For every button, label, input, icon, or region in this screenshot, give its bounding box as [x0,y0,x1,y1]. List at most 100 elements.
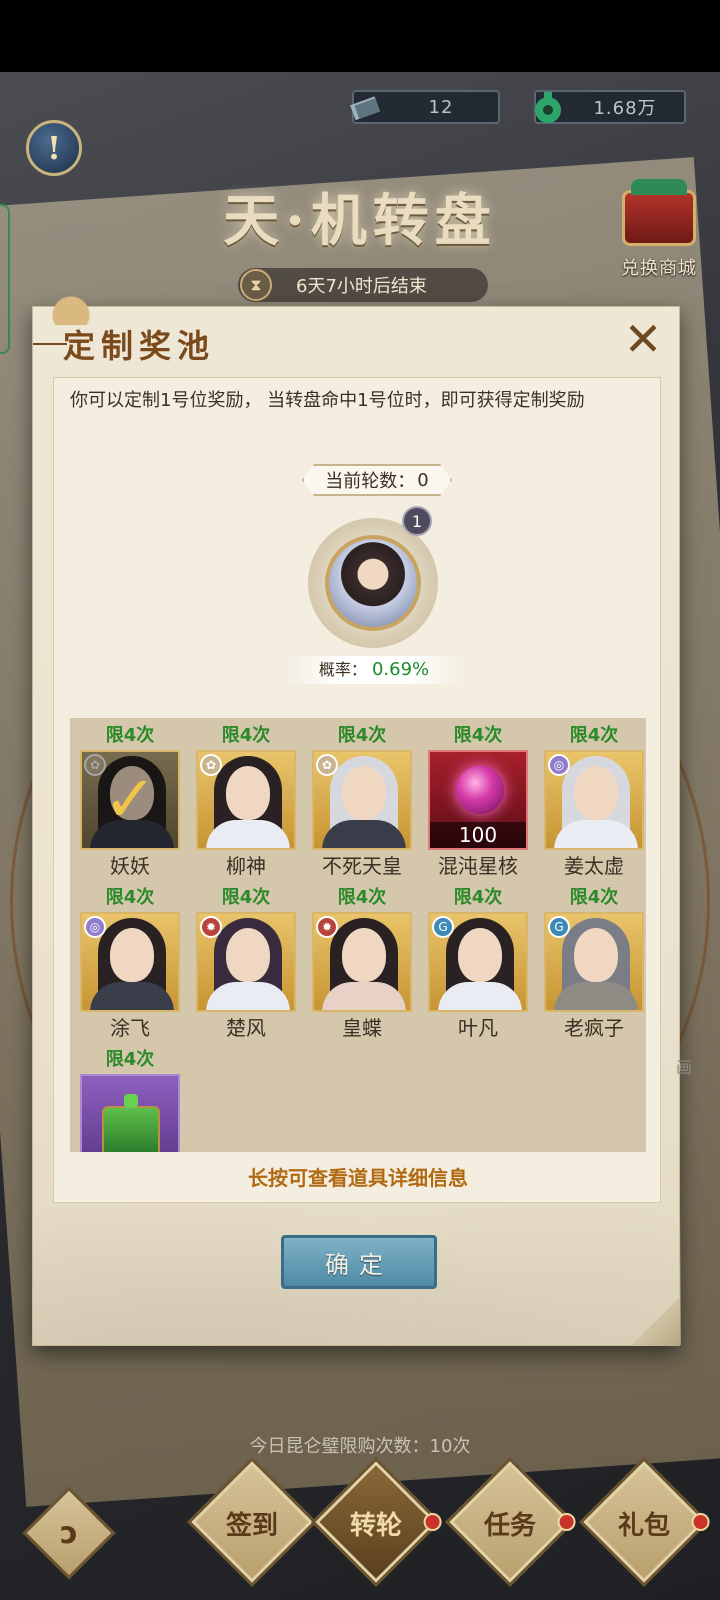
faction-icon: ✿ [200,754,222,776]
item-icon-frame: G [428,912,528,1012]
info-button[interactable]: ! [26,120,82,176]
limit-label: 限4次 [105,1049,155,1070]
faction-icon: ✿ [316,754,338,776]
exclamation-icon: ! [46,129,62,167]
treasure-chest-icon [622,179,696,246]
reward-item[interactable]: 限4次 G 老疯子 [542,884,646,1042]
jade-coin-icon [535,92,561,123]
reward-item[interactable]: 限4次 ◎ 涂飞 [78,884,182,1042]
gift-box-icon [102,1094,160,1152]
jade-ticket-icon [350,96,381,121]
item-name: 妖妖 [110,854,150,878]
portrait-face [226,928,270,982]
portrait-face [574,766,618,820]
item-name: 涂飞 [110,1016,150,1040]
round-value: 0 [417,469,429,491]
status-bar [0,0,720,72]
faction-icon: ✹ [316,916,338,938]
reward-item[interactable]: 限4次 ◎ 姜太虚 [542,722,646,880]
dialog-content: 你可以定制1号位奖励， 当转盘命中1号位时，即可获得定制奖励 当前轮数： 0 1… [53,377,661,1203]
limit-label: 限4次 [453,725,503,746]
item-icon-frame: ✹ [312,912,412,1012]
item-icon-frame: ✹ [196,912,296,1012]
reward-item[interactable]: 限4次 ✹ 楚风 [194,884,298,1042]
faction-icon: ◎ [548,754,570,776]
item-name: 皇蝶 [342,1016,382,1040]
limit-label: 限4次 [569,887,619,908]
custom-pool-dialog: 定制奖池 ✕ 你可以定制1号位奖励， 当转盘命中1号位时，即可获得定制奖励 当前… [31,285,681,1346]
confirm-button[interactable]: 确定 [281,1235,437,1289]
faction-icon: ✹ [200,916,222,938]
item-icon-frame: ✿ [196,750,296,850]
jade-ticket-counter[interactable]: 12 [350,90,500,124]
item-name: 老疯子 [564,1016,624,1040]
reward-item[interactable]: 限4次 ✿ 柳神 [194,722,298,880]
limit-label: 限4次 [453,887,503,908]
item-name: 姜太虚 [564,854,624,878]
faction-icon: G [548,916,570,938]
limit-label: 限4次 [221,725,271,746]
item-icon-frame: ✿ [312,750,412,850]
close-icon: ✕ [623,312,663,366]
page-curl-decoration [632,1296,680,1346]
dialog-title: 定制奖池 [32,321,215,367]
portrait-face [342,928,386,982]
pool-description: 你可以定制1号位奖励， 当转盘命中1号位时，即可获得定制奖励 [70,390,585,411]
portrait-face [110,928,154,982]
reward-item[interactable]: 限4次 100 混沌星核 [426,722,530,880]
wheel-label: 转轮 [349,1511,402,1542]
item-icon-frame: ◎ [544,750,644,850]
gift-pack-label: 礼包 [617,1511,670,1542]
reward-item[interactable]: 限4次 ✿ ✓ 妖妖 [78,722,182,880]
portrait-face [458,928,502,982]
page-title: 天·机转盘 [223,188,497,254]
checkmark-icon: ✓ [82,752,178,848]
item-icon-frame: ◎ [80,912,180,1012]
current-round-tag: 当前轮数： 0 [302,464,452,496]
item-name: 混沌星核 [438,854,518,878]
hourglass-icon: ⧗ [240,269,272,301]
reward-item[interactable]: 限4次 ✹ 皇蝶 [310,884,414,1042]
close-button[interactable]: ✕ [621,316,665,363]
swirl-icon: ↄ [60,1515,78,1551]
sun-decoration [31,285,91,325]
reward-item[interactable]: 限4次 ✿ 不死天皇 [310,722,414,880]
probability-readout: 概率： 0.69% [286,656,462,684]
probability-value: 0.69% [371,659,430,680]
reward-item[interactable]: 限4次 G 叶凡 [426,884,530,1042]
side-text: 画 [676,1058,693,1077]
long-press-hint: 长按可查看道具详细信息 [248,1166,468,1190]
item-icon-frame [80,1074,180,1152]
side-tab[interactable] [0,204,10,354]
faction-icon: ◎ [84,916,106,938]
probability-label: 概率： [318,660,367,679]
portrait-face [226,766,270,820]
jade-coin-counter[interactable]: 1.68万 [534,90,686,124]
limit-label: 限4次 [569,725,619,746]
exchange-shop-button[interactable]: 兑换商城 [604,179,714,290]
event-countdown: ⧗ 6天7小时后结束 [238,268,488,302]
reward-item[interactable]: 限4次 [78,1046,182,1152]
item-icon-frame: 100 [428,750,528,850]
round-label: 当前轮数： [325,471,416,492]
item-name: 楚风 [226,1016,266,1040]
jade-ticket-value: 12 [428,96,454,118]
featured-portrait [325,535,421,631]
featured-reward-slot[interactable]: 1 [308,506,438,648]
exchange-shop-label: 兑换商城 [621,258,697,279]
item-name: 柳神 [226,854,266,878]
chaos-star-core-icon [456,766,504,814]
task-label: 任务 [483,1511,536,1542]
limit-label: 限4次 [337,725,387,746]
portrait-face [574,928,618,982]
limit-label: 限4次 [105,725,155,746]
slot-number-badge: 1 [402,506,432,536]
checkin-label: 签到 [225,1511,278,1542]
limit-label: 限4次 [105,887,155,908]
limit-label: 限4次 [337,887,387,908]
jade-coin-value: 1.68万 [593,98,657,119]
daily-purchase-limit: 今日昆仑璧限购次数：10次 [249,1436,471,1457]
limit-label: 限4次 [221,887,271,908]
item-name: 不死天皇 [322,854,402,878]
item-icon-frame: G [544,912,644,1012]
